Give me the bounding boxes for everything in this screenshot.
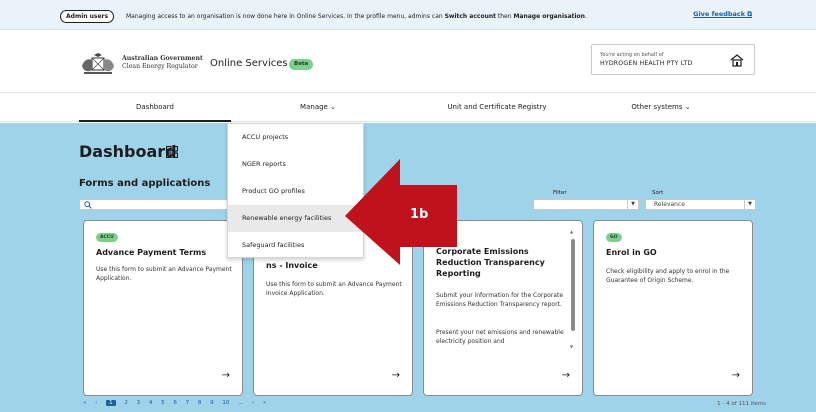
next-page-button[interactable]: › <box>252 400 254 406</box>
annotation-arrow <box>345 159 457 265</box>
nav-dashboard[interactable]: Dashboard <box>79 94 231 122</box>
sort-value: Relevance <box>654 201 685 208</box>
announcement-message: Managing access to an organisation is no… <box>126 13 587 20</box>
prev-page-button[interactable]: ‹ <box>95 400 97 406</box>
page-ellipsis: ... <box>238 400 244 406</box>
menu-item-safeguard-facilities[interactable]: Safeguard facilities <box>228 232 363 259</box>
gov-line2: Clean Energy Regulator <box>122 63 198 70</box>
dashboard-grid-icon <box>166 146 178 158</box>
gov-line1: Australian Government <box>122 55 203 62</box>
card-enrol-in-go[interactable]: GO Enrol in GO Check eligibility and app… <box>593 220 753 396</box>
announcement-bar: Admin users Managing access to an organi… <box>0 0 816 30</box>
card-description: Use this form to submit an Advance Payme… <box>266 281 402 297</box>
pagination: « ‹ 1 2 3 4 5 6 7 8 9 10 ... › » <box>83 400 273 410</box>
first-page-button[interactable]: « <box>83 400 86 406</box>
scroll-down-icon[interactable]: ▼ <box>570 344 573 349</box>
sort-select[interactable]: Relevance ▼ <box>645 199 756 210</box>
nav-other-systems[interactable]: Other systems ⌄ <box>616 94 706 122</box>
card-advance-payment-terms[interactable]: ACCU Advance Payment Terms Use this form… <box>83 220 243 396</box>
nav-manage[interactable]: Manage ⌄ <box>273 94 363 122</box>
menu-item-renewable-energy-facilities[interactable]: Renewable energy facilities <box>228 205 363 232</box>
chevron-down-icon: ▼ <box>744 200 755 209</box>
organisation-icon <box>730 54 744 67</box>
card-badge: ACCU <box>96 233 118 242</box>
annotation-label: 1b <box>410 207 429 222</box>
search-icon <box>84 201 92 209</box>
scrollbar-thumb[interactable] <box>571 239 575 331</box>
coat-of-arms-logo[interactable] <box>78 52 118 76</box>
page-button[interactable]: 9 <box>210 400 214 406</box>
site-header: Australian Government Clean Energy Regul… <box>0 30 816 93</box>
last-page-button[interactable]: » <box>263 400 266 406</box>
menu-item-accu-projects[interactable]: ACCU projects <box>228 124 363 151</box>
forms-search-input[interactable] <box>79 199 239 210</box>
page-button[interactable]: 6 <box>173 400 177 406</box>
page-title: Dashboard <box>79 142 177 161</box>
org-name: HYDROGEN HEALTH PTY LTD <box>600 60 693 67</box>
menu-item-nger-reports[interactable]: NGER reports <box>228 151 363 178</box>
arrow-right-icon[interactable]: → <box>222 370 230 381</box>
card-title: Enrol in GO <box>606 248 657 257</box>
arrow-right-icon[interactable]: → <box>732 370 740 381</box>
nav-unit-certificate-registry[interactable]: Unit and Certificate Registry <box>442 94 552 122</box>
card-description: Check eligibility and apply to enrol in … <box>606 268 730 284</box>
card-title: Advance Payment Terms <box>96 248 207 257</box>
sort-label: Sort <box>652 190 664 196</box>
card-scrollbar[interactable]: ▲ ▼ <box>570 229 576 349</box>
acting-on-behalf-label: You're acting on behalf of <box>600 52 664 58</box>
page-button[interactable]: 3 <box>137 400 141 406</box>
page-button[interactable]: 2 <box>124 400 128 406</box>
government-brand-text: Australian Government Clean Energy Regul… <box>122 55 203 71</box>
page-button[interactable]: 8 <box>198 400 202 406</box>
items-count: 1 - 4 of 111 items <box>717 401 766 407</box>
card-description: Submit your information for the Corporat… <box>436 292 564 308</box>
page-button[interactable]: 4 <box>149 400 153 406</box>
beta-badge: Beta <box>289 59 314 70</box>
scroll-up-icon[interactable]: ▲ <box>570 229 573 234</box>
card-badge: GO <box>606 233 622 242</box>
arrow-right-icon[interactable]: → <box>562 370 570 381</box>
main-nav: Dashboard Manage ⌄ Unit and Certificate … <box>0 94 816 122</box>
filter-select[interactable]: ▼ <box>533 199 639 210</box>
acting-org-switcher[interactable]: You're acting on behalf of HYDROGEN HEAL… <box>591 44 755 75</box>
page-button[interactable]: 10 <box>222 400 229 406</box>
admin-users-pill: Admin users <box>60 10 115 23</box>
page-button-current[interactable]: 1 <box>106 400 116 406</box>
chevron-down-icon: ▼ <box>627 200 638 209</box>
card-description-more: Present your net emissions and renewable… <box>436 329 564 345</box>
filter-label: Filter <box>553 190 567 196</box>
page-button[interactable]: 5 <box>161 400 165 406</box>
app-title[interactable]: Online Services <box>210 58 288 69</box>
page-button[interactable]: 7 <box>186 400 190 406</box>
forms-section-title: Forms and applications <box>79 178 211 189</box>
give-feedback-link[interactable]: Give feedback ⧉ <box>693 10 752 19</box>
arrow-right-icon[interactable]: → <box>392 370 400 381</box>
manage-dropdown-menu: ACCU projects NGER reports Product GO pr… <box>227 123 364 258</box>
menu-item-product-go-profiles[interactable]: Product GO profiles <box>228 178 363 205</box>
card-description: Use this form to submit an Advance Payme… <box>96 266 232 282</box>
